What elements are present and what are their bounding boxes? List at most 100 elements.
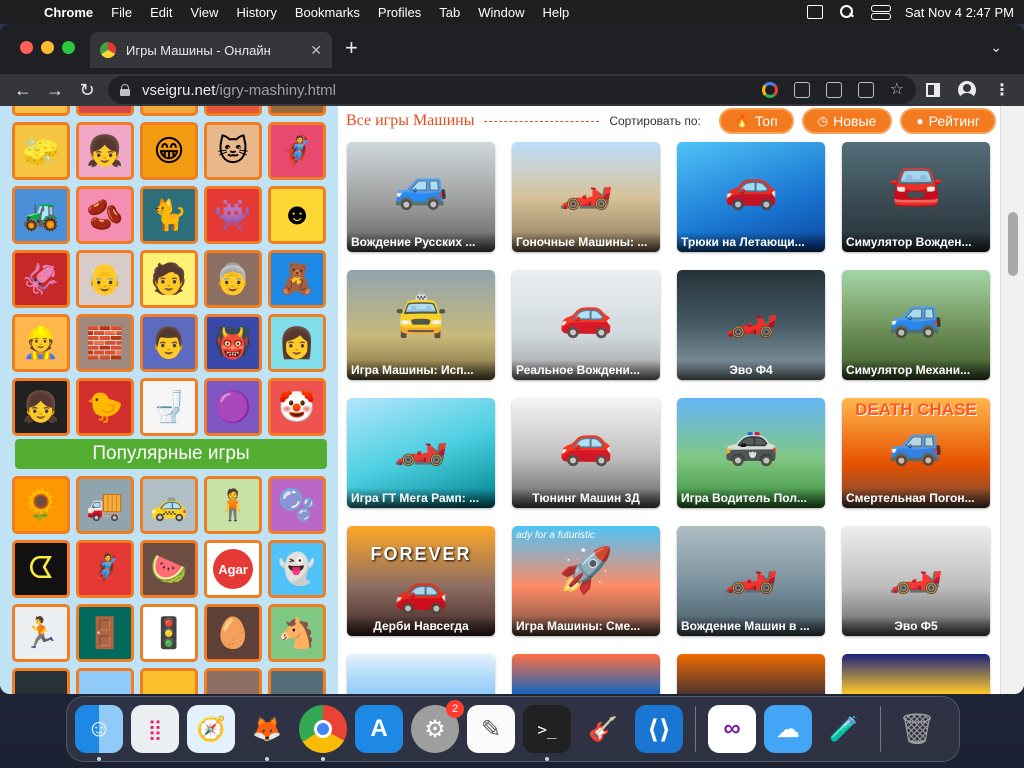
game-thumb[interactable] — [268, 668, 326, 694]
game-thumb[interactable]: 🍉 — [140, 540, 198, 598]
game-thumb[interactable]: 😁 — [140, 122, 198, 180]
game-thumb[interactable]: 🫘 — [76, 186, 134, 244]
game-thumb[interactable] — [76, 106, 134, 116]
menu-app-name[interactable]: Chrome — [44, 5, 93, 20]
game-card[interactable]: ady for a futuristic 🚀 Игра Машины: Сме.… — [512, 526, 660, 636]
game-thumb[interactable]: 🟣 — [204, 378, 262, 436]
zoom-window-button[interactable] — [62, 41, 75, 54]
side-panel-icon[interactable] — [926, 83, 940, 97]
game-card[interactable]: 🏎️ Гоночные Машины: ... — [512, 142, 660, 252]
menu-file[interactable]: File — [111, 5, 132, 20]
visual-studio-icon[interactable]: ∞ — [708, 705, 756, 753]
game-card[interactable]: 🏎️ Эво Ф5 — [842, 526, 990, 636]
game-card[interactable]: 🚗 Трюки на Летающи... — [677, 142, 825, 252]
menu-tab[interactable]: Tab — [439, 5, 460, 20]
game-thumb[interactable] — [140, 668, 198, 694]
game-thumb[interactable]: 👹 — [204, 314, 262, 372]
trash-icon[interactable]: 🗑 — [893, 705, 941, 753]
game-thumb[interactable] — [140, 106, 198, 116]
reload-button[interactable]: ↻ — [74, 80, 100, 101]
game-thumb[interactable]: 👴 — [76, 250, 134, 308]
page-scrollbar[interactable] — [1000, 106, 1024, 694]
tab-search-chevron-icon[interactable]: ⌄ — [990, 39, 1002, 56]
game-card[interactable]: 🚗 Тюнинг Машин 3Д — [512, 398, 660, 508]
spotlight-search-icon[interactable] — [839, 5, 855, 19]
game-card[interactable]: DEATH CHASE 🚙 Смертельная Погон... — [842, 398, 990, 508]
game-thumb[interactable]: 🧽 — [12, 122, 70, 180]
menu-view[interactable]: View — [190, 5, 218, 20]
game-thumb[interactable]: 👵 — [204, 250, 262, 308]
active-tab[interactable]: Игры Машины - Онлайн ✕ — [90, 32, 332, 68]
game-thumb[interactable]: 🚕 — [140, 476, 198, 534]
game-thumb[interactable] — [12, 668, 70, 694]
control-center-icon[interactable] — [870, 5, 891, 20]
game-thumb[interactable]: 🦑 — [12, 250, 70, 308]
game-card[interactable]: 🚙 Симулятор Механи... — [842, 270, 990, 380]
google-lens-icon[interactable] — [761, 82, 778, 98]
new-tab-button[interactable]: + — [345, 37, 358, 59]
menu-bookmarks[interactable]: Bookmarks — [295, 5, 360, 20]
sort-rating-button[interactable]: ● Рейтинг — [900, 108, 996, 134]
game-thumb[interactable]: 🦸 — [76, 540, 134, 598]
game-thumb[interactable]: 👨 — [140, 314, 198, 372]
share-icon[interactable] — [857, 82, 874, 98]
game-thumb[interactable]: 🐱 — [204, 122, 262, 180]
game-thumb[interactable]: 🧑 — [140, 250, 198, 308]
finder-icon[interactable]: ☺ — [75, 705, 123, 761]
game-card[interactable]: 🚖 Игра Машины: Исп... — [347, 270, 495, 380]
game-thumb[interactable]: 🥚 — [204, 604, 262, 662]
game-thumb[interactable]: ☻ — [268, 186, 326, 244]
scrollbar-thumb[interactable] — [1008, 212, 1018, 276]
translate-icon[interactable] — [825, 82, 842, 98]
back-button[interactable]: ← — [10, 80, 36, 101]
game-card[interactable]: 🚓 Игра Водитель Пол... — [677, 398, 825, 508]
game-thumb[interactable]: 🏃 — [12, 604, 70, 662]
sort-new-button[interactable]: ◷ Новые — [801, 108, 893, 134]
minimize-window-button[interactable] — [41, 41, 54, 54]
game-thumb[interactable]: 👾 — [204, 186, 262, 244]
firefox-icon[interactable]: 🦊 — [243, 705, 291, 761]
game-thumb[interactable]: 🚜 — [12, 186, 70, 244]
terminal-icon[interactable]: >_ — [523, 705, 571, 761]
game-card[interactable]: 🏎️ Вождение Машин в ... — [677, 526, 825, 636]
game-thumb[interactable]: 🧱 — [76, 314, 134, 372]
game-card[interactable]: FOREVER 🚗 Дерби Навсегда — [347, 526, 495, 636]
game-thumb[interactable]: 🚪 — [76, 604, 134, 662]
launchpad-icon[interactable]: ⣿ — [131, 705, 179, 753]
game-thumb[interactable]: 🐈 — [140, 186, 198, 244]
safari-icon[interactable]: 🧭 — [187, 705, 235, 753]
game-thumb[interactable] — [12, 106, 70, 116]
bookmark-star-icon[interactable]: ☆ — [890, 82, 904, 98]
game-thumb[interactable] — [204, 668, 262, 694]
textedit-icon[interactable]: ✎ — [467, 705, 515, 753]
menu-history[interactable]: History — [236, 5, 276, 20]
chrome-icon[interactable] — [299, 705, 347, 761]
screen-mirroring-icon[interactable] — [806, 5, 823, 19]
game-card[interactable]: 🚘 Симулятор Вожден... — [842, 142, 990, 252]
game-card[interactable] — [677, 654, 825, 694]
chrome-menu-icon[interactable]: ⋮ — [994, 80, 1010, 100]
forward-button[interactable]: → — [42, 80, 68, 101]
game-thumb[interactable]: 👷 — [12, 314, 70, 372]
game-thumb[interactable]: 🌻 — [12, 476, 70, 534]
game-thumb[interactable]: 👧 — [12, 378, 70, 436]
weather-icon[interactable]: ☁ — [764, 705, 812, 753]
game-card[interactable]: 🏎️ Эво Ф4 — [677, 270, 825, 380]
game-thumb[interactable]: 🐴 — [268, 604, 326, 662]
game-card[interactable]: 🚙 Вождение Русских ... — [347, 142, 495, 252]
game-thumb[interactable]: 🧍 — [204, 476, 262, 534]
popular-games-header[interactable]: Популярные игры — [15, 439, 327, 469]
game-card[interactable]: 🏎️ Игра ГТ Мега Рамп: ... — [347, 398, 495, 508]
game-thumb[interactable]: 🫧 — [268, 476, 326, 534]
game-thumb[interactable]: Agar — [204, 540, 262, 598]
game-thumb[interactable] — [268, 106, 326, 116]
game-thumb[interactable]: 👩 — [268, 314, 326, 372]
game-thumb[interactable]: 🚽 — [140, 378, 198, 436]
close-tab-icon[interactable]: ✕ — [310, 42, 322, 59]
game-thumb[interactable]: 🦸 — [268, 122, 326, 180]
game-thumb[interactable]: 🐤 — [76, 378, 134, 436]
close-window-button[interactable] — [20, 41, 33, 54]
game-thumb[interactable]: 🧸 — [268, 250, 326, 308]
game-thumb[interactable]: 🚦 — [140, 604, 198, 662]
install-app-icon[interactable] — [793, 82, 810, 98]
